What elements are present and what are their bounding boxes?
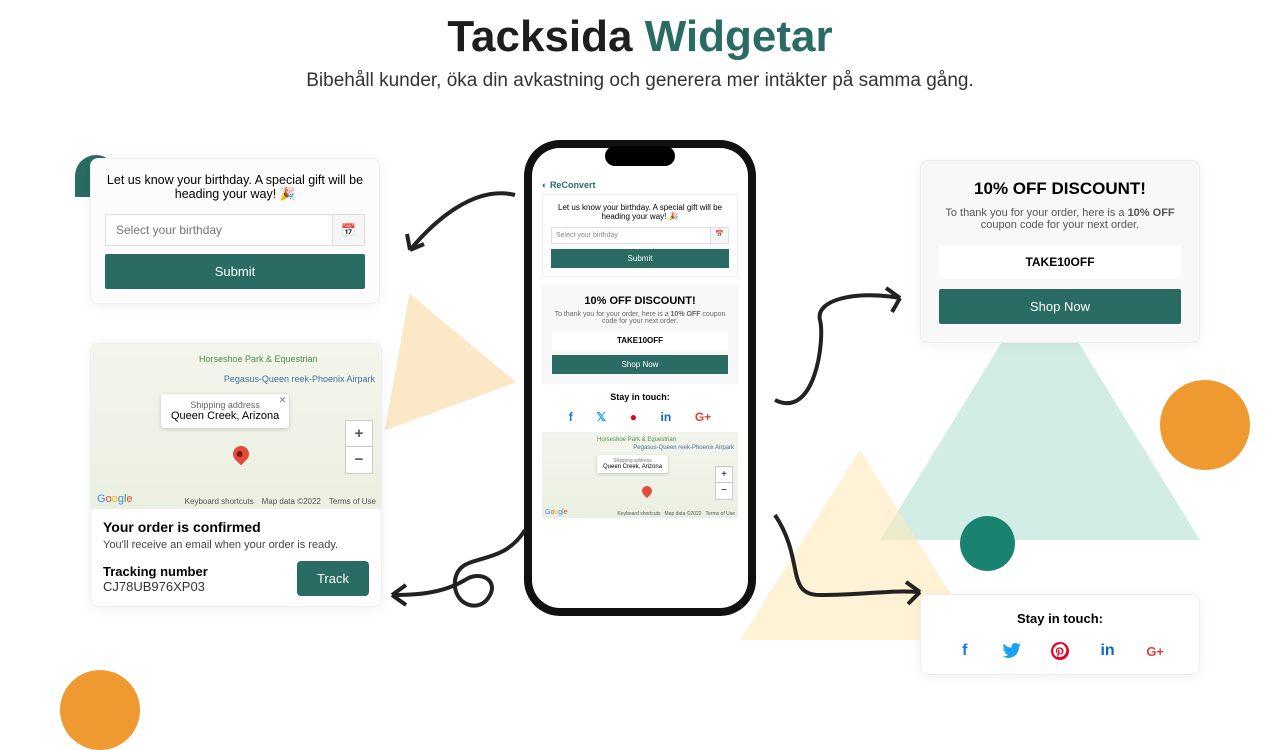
map-footer: Keyboard shortcuts Map data ©2022 Terms … — [185, 497, 376, 506]
google-logo: Google — [97, 493, 133, 505]
discount-title: 10% OFF DISCOUNT! — [939, 179, 1181, 199]
order-confirmed-title: Your order is confirmed — [103, 519, 369, 535]
linkedin-icon[interactable]: in — [661, 410, 672, 424]
arrow-icon — [380, 520, 540, 640]
tracking-number-label: Tracking number — [103, 564, 208, 579]
phone-zoom: + − — [715, 466, 733, 500]
coupon-code[interactable]: TAKE10OFF — [939, 245, 1181, 279]
map-area[interactable]: Horseshoe Park & Equestrian Pegasus-Quee… — [91, 344, 381, 509]
phone-social-title: Stay in touch: — [542, 392, 738, 402]
arrow-icon — [395, 180, 525, 270]
map-data-label: Map data ©2022 — [262, 497, 321, 506]
map-poi: Pegasus-Queen reek-Phoenix Airpark — [633, 445, 734, 451]
decor-circle-teal — [960, 516, 1015, 571]
map-address-popup: ✕ Shipping address Queen Creek, Arizona — [161, 394, 289, 428]
order-email-text: You'll receive an email when your order … — [103, 539, 369, 551]
page-title: Tacksida Widgetar — [0, 12, 1280, 62]
phone-social-row: f 𝕏 ● in G+ — [542, 410, 738, 424]
pinterest-icon[interactable] — [1049, 640, 1071, 662]
twitter-icon[interactable]: 𝕏 — [596, 410, 606, 424]
map-poi: Pegasus-Queen reek-Phoenix Airpark — [224, 374, 375, 384]
phone-shop-button[interactable]: Shop Now — [552, 355, 728, 374]
map-poi: Horseshoe Park & Equestrian — [597, 437, 676, 443]
phone-coupon[interactable]: TAKE10OFF — [552, 331, 728, 350]
phone-discount-widget: 10% OFF DISCOUNT! To thank you for your … — [542, 285, 738, 384]
phone-submit-button[interactable]: Submit — [551, 249, 729, 268]
title-word1: Tacksida — [447, 12, 632, 61]
page-subtitle: Bibehåll kunder, öka din avkastning och … — [0, 70, 1280, 92]
phone-birthday-widget: Let us know your birthday. A special gif… — [542, 194, 738, 277]
phone-birthday-input[interactable]: Select your birthday — [551, 227, 711, 244]
zoom-out-button[interactable]: − — [716, 483, 732, 499]
pinterest-icon[interactable]: ● — [630, 410, 637, 424]
decor-circle-orange-r — [1160, 380, 1250, 470]
birthday-submit-button[interactable]: Submit — [105, 254, 365, 289]
close-icon[interactable]: ✕ — [279, 395, 287, 406]
order-info: Your order is confirmed You'll receive a… — [91, 509, 381, 606]
map-data-label: Map data ©2022 — [665, 511, 702, 517]
calendar-icon[interactable]: 📅 — [333, 214, 365, 246]
order-tracking-widget: Horseshoe Park & Equestrian Pegasus-Quee… — [90, 343, 382, 607]
googleplus-icon[interactable]: G+ — [1144, 640, 1166, 662]
discount-desc: To thank you for your order, here is a 1… — [939, 207, 1181, 231]
phone-calendar-icon[interactable]: 📅 — [711, 227, 729, 244]
map-shortcuts-link[interactable]: Keyboard shortcuts — [185, 497, 254, 506]
zoom-out-button[interactable]: − — [346, 447, 372, 473]
phone-discount-desc: To thank you for your order, here is a 1… — [552, 311, 728, 325]
birthday-title: Let us know your birthday. A special gif… — [105, 173, 365, 202]
zoom-in-button[interactable]: + — [346, 421, 372, 447]
twitter-icon[interactable] — [1001, 640, 1023, 662]
tracking-number-value: CJ78UB976XP03 — [103, 579, 208, 594]
phone-logo: ReConvert — [542, 176, 738, 194]
facebook-icon[interactable]: f — [569, 410, 573, 424]
phone-birthday-title: Let us know your birthday. A special gif… — [551, 203, 729, 221]
map-terms-link[interactable]: Terms of Use — [706, 511, 735, 517]
map-terms-link[interactable]: Terms of Use — [329, 497, 376, 506]
zoom-in-button[interactable]: + — [716, 467, 732, 483]
track-button[interactable]: Track — [297, 561, 369, 596]
social-widget: Stay in touch: f in G+ — [920, 594, 1200, 675]
discount-widget: 10% OFF DISCOUNT! To thank you for your … — [920, 160, 1200, 343]
map-poi: Horseshoe Park & Equestrian — [199, 354, 318, 364]
map-zoom-control: + − — [345, 420, 373, 474]
decor-circle-orange-bl — [60, 670, 140, 750]
facebook-icon[interactable]: f — [954, 640, 976, 662]
googleplus-icon[interactable]: G+ — [695, 410, 711, 424]
phone-map[interactable]: Horseshoe Park & Equestrian Pegasus-Quee… — [542, 432, 738, 518]
map-pin-icon — [640, 484, 654, 498]
shop-now-button[interactable]: Shop Now — [939, 289, 1181, 324]
birthday-widget: Let us know your birthday. A special gif… — [90, 158, 380, 304]
phone-discount-title: 10% OFF DISCOUNT! — [552, 295, 728, 307]
phone-map-label: Shipping address Queen Creek, Arizona — [597, 455, 668, 473]
birthday-input[interactable] — [105, 214, 333, 246]
social-title: Stay in touch: — [941, 611, 1179, 626]
page-header: Tacksida Widgetar Bibehåll kunder, öka d… — [0, 0, 1280, 92]
title-word2: Widgetar — [645, 12, 833, 61]
phone-notch — [605, 146, 675, 166]
linkedin-icon[interactable]: in — [1097, 640, 1119, 662]
shipping-label: Shipping address — [171, 400, 279, 410]
shipping-address: Queen Creek, Arizona — [171, 410, 279, 422]
google-logo: Google — [545, 509, 568, 516]
phone-screen: ReConvert Let us know your birthday. A s… — [532, 148, 748, 608]
map-shortcuts-link[interactable]: Keyboard shortcuts — [617, 511, 660, 517]
map-pin-icon — [230, 443, 253, 466]
phone-mockup: ReConvert Let us know your birthday. A s… — [524, 140, 756, 616]
